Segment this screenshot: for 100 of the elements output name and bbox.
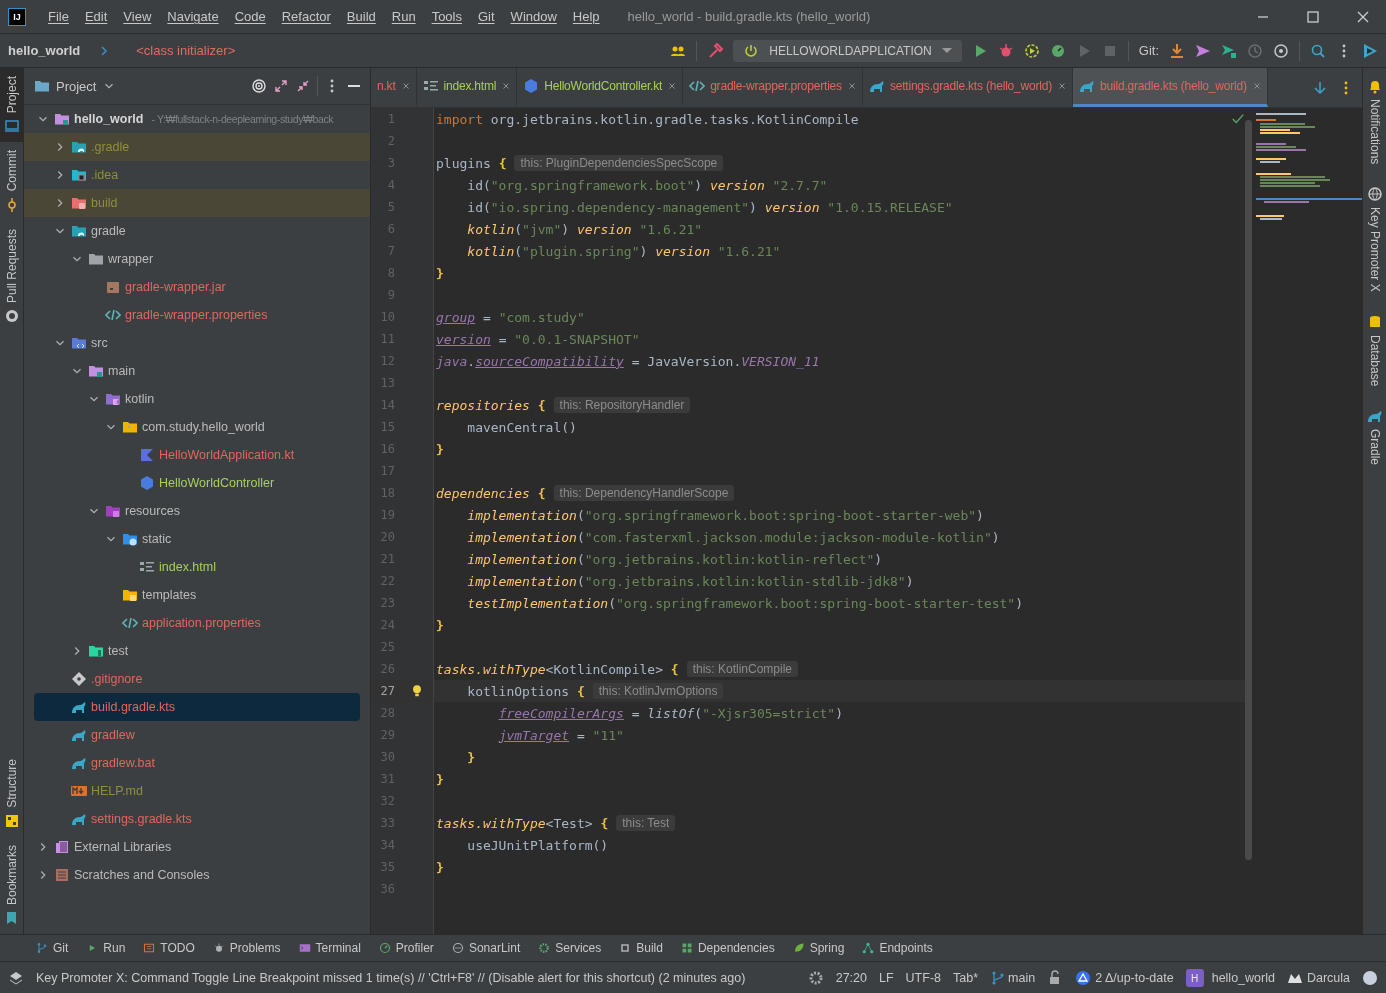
theme-name[interactable]: Darcula	[1306, 971, 1350, 985]
editor-tab[interactable]: index.html	[416, 68, 518, 107]
tool-tab[interactable]: SonarLint	[443, 941, 529, 955]
code-line: implementation("org.jetbrains.kotlin:kotlin-reflect")	[466, 551, 883, 567]
tree-item[interactable]: .gitignore	[34, 665, 360, 693]
tree-item[interactable]: External Libraries	[34, 833, 360, 861]
item-label: templates	[142, 588, 197, 602]
code-line: implementation("org.jetbrains.kotlin:kotlin-stdlib-jdk8")	[466, 573, 914, 589]
tool-window-button[interactable]: Commit	[0, 142, 23, 221]
caret-position[interactable]: 27:20	[835, 971, 867, 985]
menu-item[interactable]: Git	[472, 7, 501, 26]
tree-item[interactable]: HelloWorldController	[34, 469, 360, 497]
code-line: id("org.springframework.boot") version "2.7.7"	[466, 177, 828, 193]
tool-tab[interactable]: Endpoints	[854, 941, 941, 955]
item-label: gradle	[91, 224, 126, 238]
tree-item[interactable]: gradle	[34, 217, 360, 245]
tree-item[interactable]: src	[34, 329, 360, 357]
menu-item[interactable]: Edit	[78, 7, 114, 26]
tree-item[interactable]: test	[34, 637, 360, 665]
menu-item[interactable]: Help	[566, 7, 606, 26]
menu-item[interactable]: View	[117, 7, 158, 26]
inlay-hint: this: Test	[616, 815, 676, 831]
code-line: }	[435, 859, 444, 875]
item-label: index.html	[159, 560, 216, 574]
menu-item[interactable]: Tools	[425, 7, 468, 26]
item-label: application.properties	[142, 616, 261, 630]
inlay-hint: this: KotlinCompile	[686, 661, 798, 677]
git-branch[interactable]: main	[1008, 971, 1036, 985]
breadcrumb[interactable]: hello_world	[8, 43, 81, 58]
file-encoding[interactable]: UTF-8	[905, 971, 941, 985]
code-line: useJUnitPlatform()	[466, 837, 609, 853]
tool-window-button[interactable]: Gradle	[1363, 398, 1386, 478]
item-label: test	[108, 644, 129, 658]
editor-tab[interactable]: HelloWorldController.kt	[517, 68, 684, 107]
tree-item[interactable]: templates	[34, 581, 360, 609]
project-name[interactable]: hello_world	[1211, 971, 1275, 985]
code-line: kotlin("jvm") version "1.6.21"	[466, 221, 703, 237]
tool-tab[interactable]: Build	[611, 941, 671, 955]
tree-item[interactable]: application.properties	[34, 609, 360, 637]
menu-item[interactable]: Navigate	[161, 7, 225, 26]
tool-tab[interactable]: Spring	[784, 941, 853, 955]
panel-title[interactable]: Project	[56, 78, 97, 94]
tree-item[interactable]: kotlin	[34, 385, 360, 413]
vcs-status[interactable]: 2 Δ/up-to-date	[1095, 971, 1174, 985]
tree-item[interactable]: main	[34, 357, 360, 385]
status-message[interactable]: Key Promoter X: Command Toggle Line Breakpoint missed 1 time(s) // 'Ctrl+F8' // (Disable alert for this shortcut) (2 minutes ago)	[36, 971, 796, 985]
tree-item[interactable]: static	[34, 525, 360, 553]
tool-tab[interactable]: Run	[78, 941, 134, 955]
tree-item[interactable]: com.study.hello_world	[34, 413, 360, 441]
item-label: main	[108, 364, 136, 378]
item-label: gradle-wrapper.jar	[125, 280, 226, 294]
tool-window-button[interactable]: Structure	[0, 751, 23, 837]
tool-window-button[interactable]: Pull Requests	[0, 220, 23, 332]
tool-window-button[interactable]: Bookmarks	[0, 836, 23, 934]
code-line: freeCompilerArgs = listOf("-Xjsr305=strict")	[497, 705, 844, 721]
breadcrumb[interactable]: <class initializer>	[136, 43, 236, 58]
tree-item[interactable]: build.gradle.kts	[34, 693, 360, 721]
tool-tab[interactable]: Problems	[204, 941, 289, 955]
line-separator[interactable]: LF	[879, 971, 894, 985]
code-line: mavenCentral()	[466, 419, 577, 435]
inlay-hint: this: KotlinJvmOptions	[592, 683, 724, 699]
menu-item[interactable]: Run	[385, 7, 422, 26]
tool-tab[interactable]: Services	[530, 941, 610, 955]
run-configuration-dropdown[interactable]: HELLOWORLDAPPLICATION	[733, 39, 962, 62]
editor-tab[interactable]: n.kt	[371, 68, 417, 107]
code-line: plugins {	[435, 155, 507, 171]
tool-tab[interactable]: Git	[28, 941, 77, 955]
tool-window-button[interactable]: Project	[0, 68, 23, 143]
item-label: gradlew	[91, 728, 135, 742]
tree-item[interactable]: resources	[34, 497, 360, 525]
tool-tab[interactable]: Profiler	[370, 941, 442, 955]
tool-window-button[interactable]: Database	[1363, 304, 1386, 399]
code-line: }	[435, 617, 444, 633]
item-label: wrapper	[108, 252, 154, 266]
code-line: implementation("com.fasterxml.jackson.module:jackson-module-kotlin")	[466, 529, 1000, 545]
tool-tab[interactable]: TODO	[135, 941, 203, 955]
menu-item[interactable]: Build	[340, 7, 382, 26]
item-label: HELP.md	[91, 784, 143, 798]
item-label: com.study.hello_world	[142, 420, 265, 434]
tree-item[interactable]: hello_world - Y:₩fullstack-n-deeplearning-study₩back	[34, 105, 360, 133]
code-line: implementation("org.springframework.boot:spring-boot-starter-web")	[466, 507, 984, 523]
code-line: version = "0.0.1-SNAPSHOT"	[435, 331, 640, 347]
tool-tab[interactable]: Dependencies	[672, 941, 783, 955]
tool-window-button[interactable]: Key Promoter X	[1363, 176, 1386, 305]
menu-item[interactable]: Refactor	[275, 7, 337, 26]
tool-window-button[interactable]: Notifications	[1363, 68, 1386, 177]
code-line: group = "com.study"	[435, 309, 585, 325]
tree-item[interactable]: wrapper	[34, 245, 360, 273]
tree-item[interactable]: Scratches and Consoles	[34, 861, 360, 889]
menu-item[interactable]: Code	[228, 7, 272, 26]
tool-tab[interactable]: Terminal	[290, 941, 369, 955]
avatar[interactable]: H	[1185, 969, 1204, 987]
indent-setting[interactable]: Tab*	[953, 971, 979, 985]
item-label: gradlew.bat	[91, 756, 155, 770]
menu-item[interactable]: File	[42, 7, 75, 26]
code-line: }	[435, 771, 444, 787]
menu-item[interactable]: Window	[504, 7, 563, 26]
code-line: tasks.withType<KotlinCompile> {	[435, 661, 679, 677]
tree-item[interactable]: HelloWorldApplication.kt	[34, 441, 360, 469]
tree-item[interactable]: index.html	[34, 553, 360, 581]
